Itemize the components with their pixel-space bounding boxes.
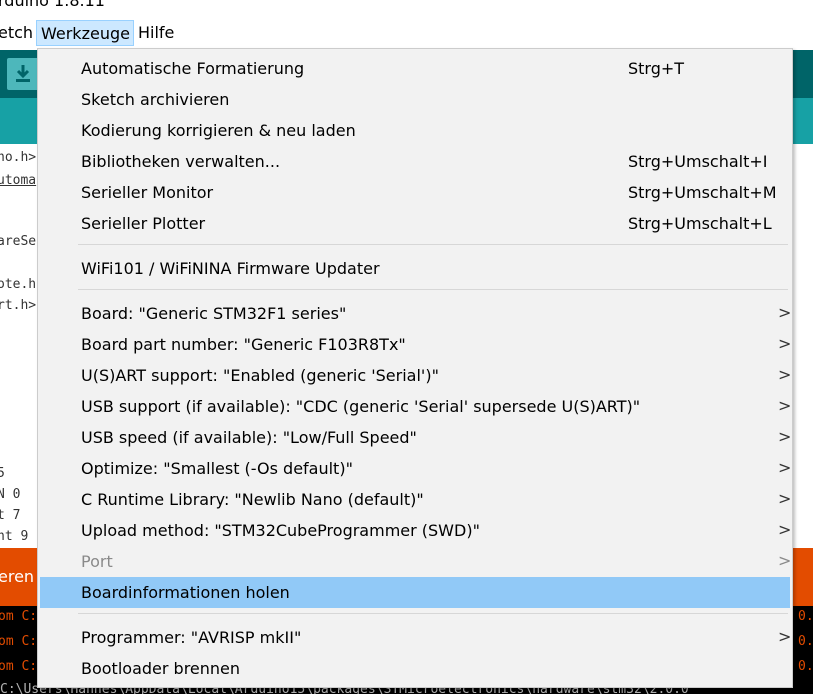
menu-item-manage-libraries[interactable]: Bibliotheken verwalten... Strg+Umschalt+…: [40, 146, 790, 177]
download-arrow-icon: [16, 65, 30, 82]
menu-item-programmer[interactable]: Programmer: "AVRISP mkII" >: [40, 622, 792, 653]
menu-item-label: Programmer: "AVRISP mkII": [81, 628, 302, 647]
menu-item-usb-support[interactable]: USB support (if available): "CDC (generi…: [40, 391, 792, 422]
chevron-right-icon: >: [778, 303, 792, 322]
chevron-right-icon: >: [778, 396, 792, 415]
menu-item-label: Serieller Monitor: [81, 183, 214, 202]
menu-item-port: Port >: [40, 546, 792, 577]
chevron-right-icon: >: [778, 627, 792, 646]
menu-item-serial-monitor[interactable]: Serieller Monitor Strg+Umschalt+M: [40, 177, 790, 208]
menu-item-shortcut: Strg+Umschalt+I: [628, 152, 768, 171]
menu-item-label: USB speed (if available): "Low/Full Spee…: [81, 428, 417, 447]
menu-item-label: Kodierung korrigieren & neu laden: [81, 121, 356, 140]
menu-item-label: U(S)ART support: "Enabled (generic 'Seri…: [81, 366, 439, 385]
menu-item-shortcut: Strg+T: [628, 59, 685, 78]
menu-item-fix-encoding[interactable]: Kodierung korrigieren & neu laden: [40, 115, 790, 146]
chevron-right-icon: >: [778, 427, 792, 446]
code-line: rt.h>: [0, 298, 37, 313]
chevron-right-icon: >: [778, 489, 792, 508]
menu-item-label: Board part number: "Generic F103R8Tx": [81, 335, 406, 354]
menu-item-label: Upload method: "STM32CubeProgrammer (SWD…: [81, 521, 480, 540]
menu-item-label: WiFi101 / WiFiNINA Firmware Updater: [81, 259, 380, 278]
menu-item-label: USB support (if available): "CDC (generi…: [81, 397, 641, 416]
menu-item-label: Port: [81, 552, 113, 571]
menu-item-label: Automatische Formatierung: [81, 59, 305, 78]
chevron-right-icon: >: [778, 365, 792, 384]
menu-help[interactable]: Hilfe: [134, 20, 178, 46]
console-line: 0.0: [798, 634, 813, 649]
code-line: 5: [0, 466, 5, 481]
window-title-bar: rduino 1.8.11: [0, 0, 813, 18]
console-line: 0.0: [798, 659, 813, 674]
console-line: 0.0: [798, 609, 813, 624]
chevron-right-icon: >: [778, 551, 792, 570]
menu-item-board[interactable]: Board: "Generic STM32F1 series" >: [40, 298, 792, 329]
chevron-right-icon: >: [778, 520, 792, 539]
menu-separator: [78, 613, 788, 614]
save-button[interactable]: [7, 58, 39, 90]
menu-item-shortcut: Strg+Umschalt+L: [628, 214, 772, 233]
menu-item-label: Bootloader brennen: [81, 659, 241, 678]
menu-item-burn-bootloader[interactable]: Bootloader brennen: [40, 653, 790, 684]
menu-item-label: Board: "Generic STM32F1 series": [81, 304, 347, 323]
status-text: eren: [0, 567, 35, 586]
code-line: areSe: [0, 234, 37, 249]
menu-item-optimize[interactable]: Optimize: "Smallest (-Os default)" >: [40, 453, 792, 484]
menu-item-auto-format[interactable]: Automatische Formatierung Strg+T: [40, 53, 790, 84]
menu-item-label: Optimize: "Smallest (-Os default)": [81, 459, 353, 478]
console-line: om C:: [0, 659, 38, 674]
menu-item-archive-sketch[interactable]: Sketch archivieren: [40, 84, 790, 115]
menu-item-board-part-number[interactable]: Board part number: "Generic F103R8Tx" >: [40, 329, 792, 360]
code-line: nt 9: [0, 529, 29, 544]
code-editor[interactable]: no.h> utoma areSe ote.h rt.h> 5 N 0 t 7 …: [0, 144, 40, 548]
menu-item-usart-support[interactable]: U(S)ART support: "Enabled (generic 'Seri…: [40, 360, 792, 391]
console-line: om C:: [0, 609, 38, 624]
menu-item-shortcut: Strg+Umschalt+M: [628, 183, 777, 202]
menu-separator: [78, 289, 788, 290]
menu-item-label: Serieller Plotter: [81, 214, 206, 233]
tools-dropdown-menu: Automatische Formatierung Strg+T Sketch …: [37, 48, 793, 688]
code-line: N 0: [0, 487, 21, 502]
menu-sketch[interactable]: etch: [0, 20, 37, 46]
menu-item-label: Sketch archivieren: [81, 90, 230, 109]
menu-item-c-runtime-library[interactable]: C Runtime Library: "Newlib Nano (default…: [40, 484, 792, 515]
code-line: utoma: [0, 173, 37, 188]
menu-item-label: C Runtime Library: "Newlib Nano (default…: [81, 490, 424, 509]
console-right-edge: 0.0 0.0 0.0: [790, 606, 813, 694]
menu-item-firmware-updater[interactable]: WiFi101 / WiFiNINA Firmware Updater: [40, 253, 790, 284]
menu-item-serial-plotter[interactable]: Serieller Plotter Strg+Umschalt+L: [40, 208, 790, 239]
menu-item-label: Boardinformationen holen: [81, 583, 290, 602]
code-line: no.h>: [0, 150, 37, 165]
menu-item-upload-method[interactable]: Upload method: "STM32CubeProgrammer (SWD…: [40, 515, 792, 546]
menu-bar: etch Werkzeuge Hilfe: [0, 18, 813, 48]
menu-tools[interactable]: Werkzeuge: [36, 20, 134, 46]
menu-item-board-info[interactable]: Boardinformationen holen: [40, 577, 790, 608]
console-line: om C:: [0, 634, 38, 649]
window-title: rduino 1.8.11: [0, 0, 105, 10]
menu-item-usb-speed[interactable]: USB speed (if available): "Low/Full Spee…: [40, 422, 792, 453]
code-line: t 7: [0, 508, 21, 523]
code-line: ote.h: [0, 277, 37, 292]
menu-item-label: Bibliotheken verwalten...: [81, 152, 281, 171]
chevron-right-icon: >: [778, 458, 792, 477]
menu-separator: [78, 244, 788, 245]
chevron-right-icon: >: [778, 334, 792, 353]
